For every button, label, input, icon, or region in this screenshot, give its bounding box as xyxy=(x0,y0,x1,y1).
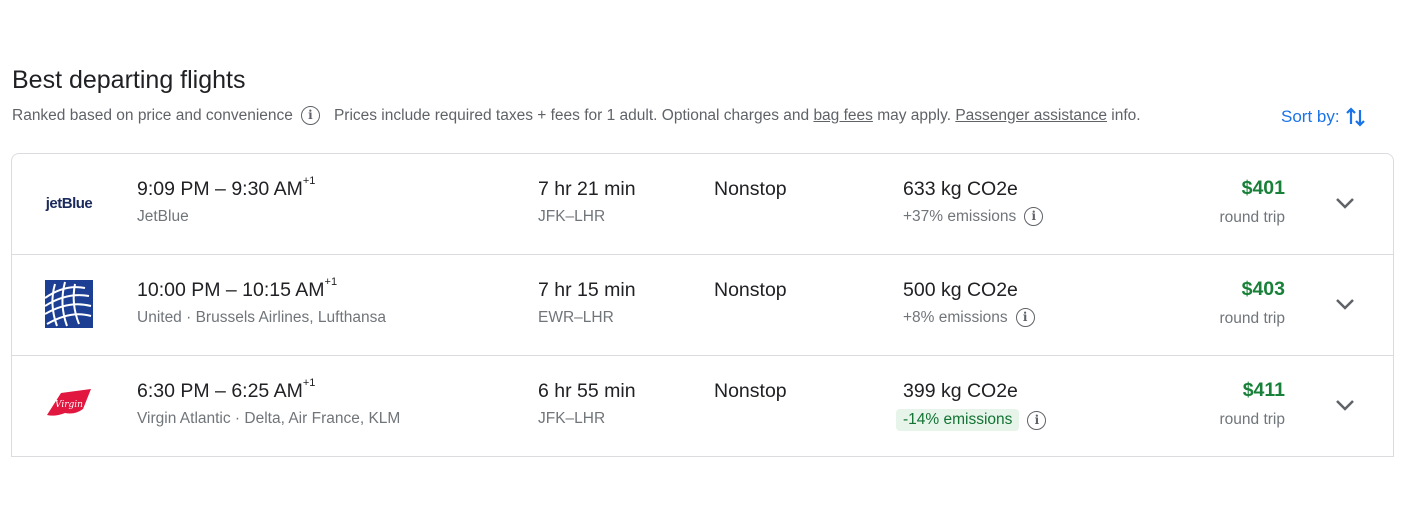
trip-type: round trip xyxy=(1219,411,1285,428)
airline-name: United · Brussels Airlines, Lufthansa xyxy=(137,309,386,326)
flight-row[interactable]: 10:00 PM – 10:15 AM+1 United · Brussels … xyxy=(12,255,1393,356)
flight-times: 9:09 PM – 9:30 AM+1 xyxy=(137,175,316,200)
ranked-text: Ranked based on price and convenience xyxy=(12,106,293,124)
airline-name: JetBlue xyxy=(137,208,189,225)
flight-list: jetBlue 9:09 PM – 9:30 AM+1 JetBlue 7 hr… xyxy=(11,153,1394,457)
duration: 7 hr 21 min xyxy=(538,178,636,200)
expand-button[interactable] xyxy=(1330,390,1360,420)
airline-name: Virgin Atlantic · Delta, Air France, KLM xyxy=(137,410,401,427)
prices-text-3: info. xyxy=(1111,106,1141,124)
subtitle-row: Ranked based on price and convenience i … xyxy=(12,106,1141,125)
prices-text: Prices include required taxes + fees for… xyxy=(333,106,810,124)
co2-value: 500 kg CO2e xyxy=(903,279,1018,301)
emissions-badge: -14% emissions xyxy=(896,409,1020,431)
route: EWR–LHR xyxy=(538,309,614,326)
co2-value: 633 kg CO2e xyxy=(903,178,1018,200)
stops: Nonstop xyxy=(714,279,787,301)
route: JFK–LHR xyxy=(538,208,606,225)
info-icon[interactable]: i xyxy=(1024,207,1044,226)
flight-row[interactable]: Virgin 6:30 PM – 6:25 AM+1 Virgin Atlant… xyxy=(12,356,1393,456)
sort-icon xyxy=(1345,107,1365,127)
duration: 6 hr 55 min xyxy=(538,380,636,402)
bag-fees-link[interactable]: bag fees xyxy=(813,107,872,125)
price: $411 xyxy=(1242,379,1285,401)
info-icon[interactable]: i xyxy=(1027,410,1047,430)
flight-row[interactable]: jetBlue 9:09 PM – 9:30 AM+1 JetBlue 7 hr… xyxy=(12,154,1393,255)
price: $403 xyxy=(1241,278,1285,300)
jetblue-logo: jetBlue xyxy=(45,194,93,212)
emissions: +8% emissions i xyxy=(903,308,1035,327)
passenger-assistance-link[interactable]: Passenger assistance xyxy=(955,107,1107,125)
info-icon[interactable]: i xyxy=(300,106,320,125)
sort-label: Sort by: xyxy=(1281,107,1340,126)
chevron-down-icon xyxy=(1336,400,1354,411)
route: JFK–LHR xyxy=(538,410,606,427)
sort-button[interactable]: Sort by: xyxy=(1281,104,1368,130)
trip-type: round trip xyxy=(1219,310,1285,327)
prices-text-2: may apply. xyxy=(877,106,952,124)
chevron-down-icon xyxy=(1336,198,1354,209)
emissions: -14% emissions i xyxy=(896,409,1047,431)
emissions: +37% emissions i xyxy=(903,207,1044,226)
expand-button[interactable] xyxy=(1330,188,1360,218)
expand-button[interactable] xyxy=(1330,289,1360,319)
chevron-down-icon xyxy=(1336,299,1354,310)
info-icon[interactable]: i xyxy=(1015,308,1035,327)
flight-times: 6:30 PM – 6:25 AM+1 xyxy=(137,377,316,402)
virgin-logo: Virgin xyxy=(45,381,93,429)
duration: 7 hr 15 min xyxy=(538,279,636,301)
stops: Nonstop xyxy=(714,380,787,402)
stops: Nonstop xyxy=(714,178,787,200)
page-title: Best departing flights xyxy=(12,66,246,94)
united-logo xyxy=(45,280,93,328)
co2-value: 399 kg CO2e xyxy=(903,380,1018,402)
trip-type: round trip xyxy=(1219,209,1285,226)
svg-text:Virgin: Virgin xyxy=(55,400,83,410)
price: $401 xyxy=(1241,177,1285,199)
flight-times: 10:00 PM – 10:15 AM+1 xyxy=(137,276,338,301)
